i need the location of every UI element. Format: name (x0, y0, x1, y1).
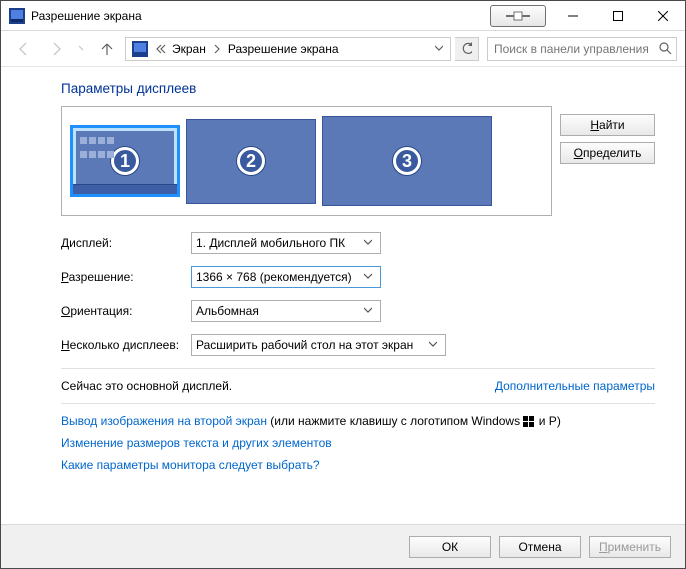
monitor-badge-3: 3 (393, 147, 421, 175)
back-button[interactable] (9, 35, 37, 63)
page-heading: Параметры дисплеев (61, 81, 655, 96)
display-label: Дисплей: (61, 236, 191, 250)
apply-button[interactable]: Применить (589, 536, 671, 558)
multi-display-select-value: Расширить рабочий стол на этот экран (196, 338, 425, 352)
chevron-down-icon (360, 273, 376, 281)
minimize-icon (568, 11, 578, 21)
monitor-taskbar (73, 184, 177, 194)
resize-text-link[interactable]: Изменение размеров текста и других элеме… (61, 436, 332, 450)
resolution-select[interactable]: 1366 × 768 (рекомендуется) (191, 266, 381, 288)
advanced-settings-link[interactable]: Дополнительные параметры (495, 379, 655, 393)
window: Разрешение экрана (0, 0, 686, 569)
orientation-select-value: Альбомная (196, 304, 360, 318)
maximize-button[interactable] (595, 1, 640, 30)
crumb-prefix-chevrons[interactable] (154, 38, 168, 60)
up-button[interactable] (93, 35, 121, 63)
find-button[interactable]: Найти (560, 114, 655, 136)
cancel-button[interactable]: Отмена (499, 536, 581, 558)
chevron-down-icon (435, 45, 443, 53)
address-bar[interactable]: Экран Разрешение экрана (125, 37, 451, 61)
windows-logo-icon (523, 416, 535, 428)
ok-button[interactable]: ОК (409, 536, 491, 558)
dialog-footer: ОК Отмена Применить (1, 524, 685, 568)
display-select[interactable]: 1. Дисплей мобильного ПК (191, 232, 381, 254)
maximize-icon (613, 11, 623, 21)
breadcrumb-separator[interactable] (210, 38, 224, 60)
breadcrumb-item-resolution[interactable]: Разрешение экрана (226, 38, 341, 60)
refresh-icon (461, 42, 472, 56)
monitor-2[interactable]: 2 (186, 119, 316, 204)
monitor-side-buttons: Найти Определить (560, 106, 655, 216)
slider-icon (504, 11, 532, 21)
desktop-icons (79, 134, 115, 162)
multi-display-label: Несколько дисплеев: (61, 338, 191, 352)
project-tail-text: и P) (535, 414, 560, 428)
primary-display-status: Сейчас это основной дисплей. (61, 379, 495, 393)
window-title: Разрешение экрана (31, 9, 142, 23)
address-icon (132, 41, 148, 57)
content-area: Параметры дисплеев 1 2 3 Найти Определит… (1, 67, 685, 524)
monitor-badge-2: 2 (237, 147, 265, 175)
project-suffix-text: (или нажмите клавишу с логотипом Windows (267, 414, 523, 428)
chevron-down-icon (425, 341, 441, 349)
orientation-label: Ориентация: (61, 304, 191, 318)
chevron-right-icon (213, 43, 221, 55)
search-input[interactable] (488, 38, 655, 60)
chevron-down-icon (360, 239, 376, 247)
app-icon (9, 8, 25, 24)
up-arrow-icon (99, 41, 115, 57)
settings-form: Дисплей: 1. Дисплей мобильного ПК Разреш… (61, 232, 655, 356)
refresh-button[interactable] (455, 37, 479, 61)
chevron-down-icon (360, 307, 376, 315)
resolution-select-value: 1366 × 768 (рекомендуется) (196, 270, 360, 284)
address-dropdown[interactable] (430, 38, 448, 60)
orientation-select[interactable]: Альбомная (191, 300, 381, 322)
search-box[interactable] (487, 37, 677, 61)
minimize-button[interactable] (550, 1, 595, 30)
separator (61, 403, 655, 404)
display-select-value: 1. Дисплей мобильного ПК (196, 236, 360, 250)
chevron-left-double-icon (155, 43, 167, 55)
back-arrow-icon (15, 40, 31, 58)
chevron-down-icon (79, 45, 83, 53)
close-icon (658, 11, 668, 21)
breadcrumb-item-screen[interactable]: Экран (170, 38, 208, 60)
forward-button[interactable] (41, 35, 69, 63)
nav-bar: Экран Разрешение экрана (1, 31, 685, 67)
monitors-preview[interactable]: 1 2 3 (61, 106, 552, 216)
multi-display-select[interactable]: Расширить рабочий стол на этот экран (191, 334, 446, 356)
identify-button[interactable]: Определить (560, 142, 655, 164)
project-second-screen-link[interactable]: Вывод изображения на второй экран (61, 414, 267, 428)
monitor-badge-1: 1 (111, 147, 139, 175)
separator (61, 368, 655, 369)
title-bar: Разрешение экрана (1, 1, 685, 31)
project-line: Вывод изображения на второй экран (или н… (61, 414, 655, 428)
toolbar-slider-button[interactable] (490, 5, 546, 27)
close-button[interactable] (640, 1, 685, 30)
search-icon[interactable] (655, 38, 676, 60)
resolution-label: Разрешение: (61, 270, 191, 284)
monitor-3[interactable]: 3 (322, 116, 492, 206)
history-dropdown-button[interactable] (73, 35, 89, 63)
which-settings-link[interactable]: Какие параметры монитора следует выбрать… (61, 458, 320, 472)
monitor-1[interactable]: 1 (70, 125, 180, 197)
forward-arrow-icon (47, 40, 63, 58)
